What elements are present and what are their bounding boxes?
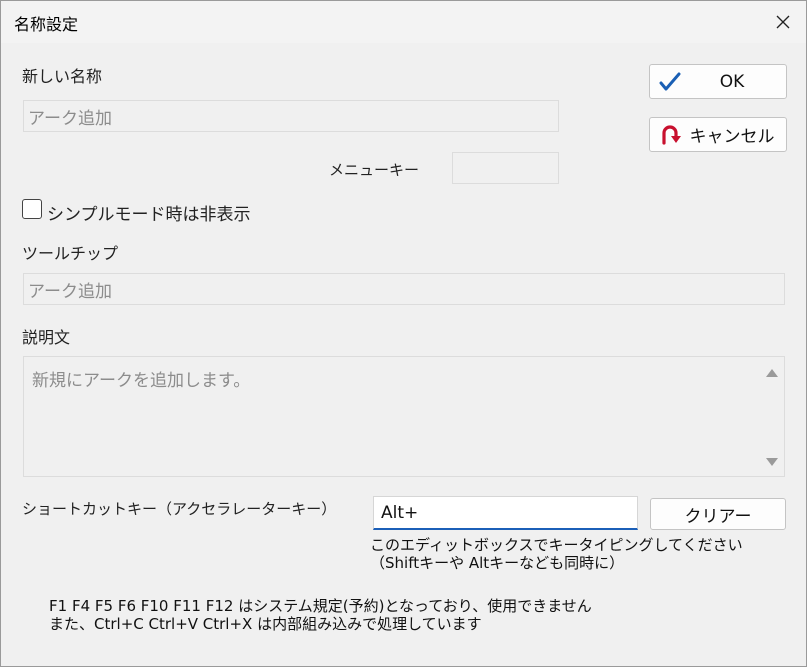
tooltip-label: ツールチップ bbox=[22, 244, 119, 263]
menu-key-field[interactable] bbox=[452, 152, 559, 184]
clear-button[interactable]: クリアー bbox=[650, 498, 786, 530]
scroll-down-arrow[interactable] bbox=[766, 458, 778, 466]
tooltip-field[interactable]: アーク追加 bbox=[23, 273, 785, 305]
window-title: 名称設定 bbox=[14, 15, 79, 34]
ok-button-label: OK bbox=[719, 71, 745, 92]
simple-mode-label[interactable]: シンプルモード時は非表示 bbox=[47, 200, 251, 225]
cancel-button-label: キャンセル bbox=[689, 127, 775, 147]
cancel-button[interactable]: キャンセル bbox=[649, 117, 787, 152]
title-bar: 名称設定 bbox=[1, 1, 806, 43]
close-icon bbox=[776, 15, 790, 29]
description-text: 新規にアークを追加します。 bbox=[32, 371, 251, 391]
shortcut-hint-line2: （Shiftキーや Altキーなども同時に） bbox=[370, 554, 625, 572]
scroll-up-arrow[interactable] bbox=[766, 369, 778, 377]
shortcut-hint-line1: このエディットボックスでキータイピングしてください bbox=[370, 536, 743, 554]
close-button[interactable] bbox=[760, 1, 806, 43]
dialog-window: 名称設定 新しい名称 アーク追加 OK キャンセル メニューキー シンプルモード… bbox=[0, 0, 807, 667]
shortcut-label: ショートカットキー（アクセラレーターキー） bbox=[22, 500, 337, 518]
shortcut-input[interactable]: Alt+ bbox=[373, 496, 638, 530]
description-textarea[interactable]: 新規にアークを追加します。 bbox=[23, 356, 785, 477]
menu-key-label: メニューキー bbox=[329, 161, 420, 179]
new-name-field[interactable]: アーク追加 bbox=[23, 100, 559, 132]
clear-button-label: クリアー bbox=[684, 506, 752, 527]
new-name-label: 新しい名称 bbox=[22, 67, 103, 86]
description-label: 説明文 bbox=[22, 328, 71, 347]
reserved-keys-note: F1 F4 F5 F6 F10 F11 F12 はシステム規定(予約)となってお… bbox=[49, 597, 592, 615]
simple-mode-checkbox[interactable] bbox=[22, 199, 42, 219]
builtin-keys-note: また、Ctrl+C Ctrl+V Ctrl+X は内部組み込みで処理しています bbox=[49, 615, 482, 633]
ok-button[interactable]: OK bbox=[649, 64, 787, 99]
